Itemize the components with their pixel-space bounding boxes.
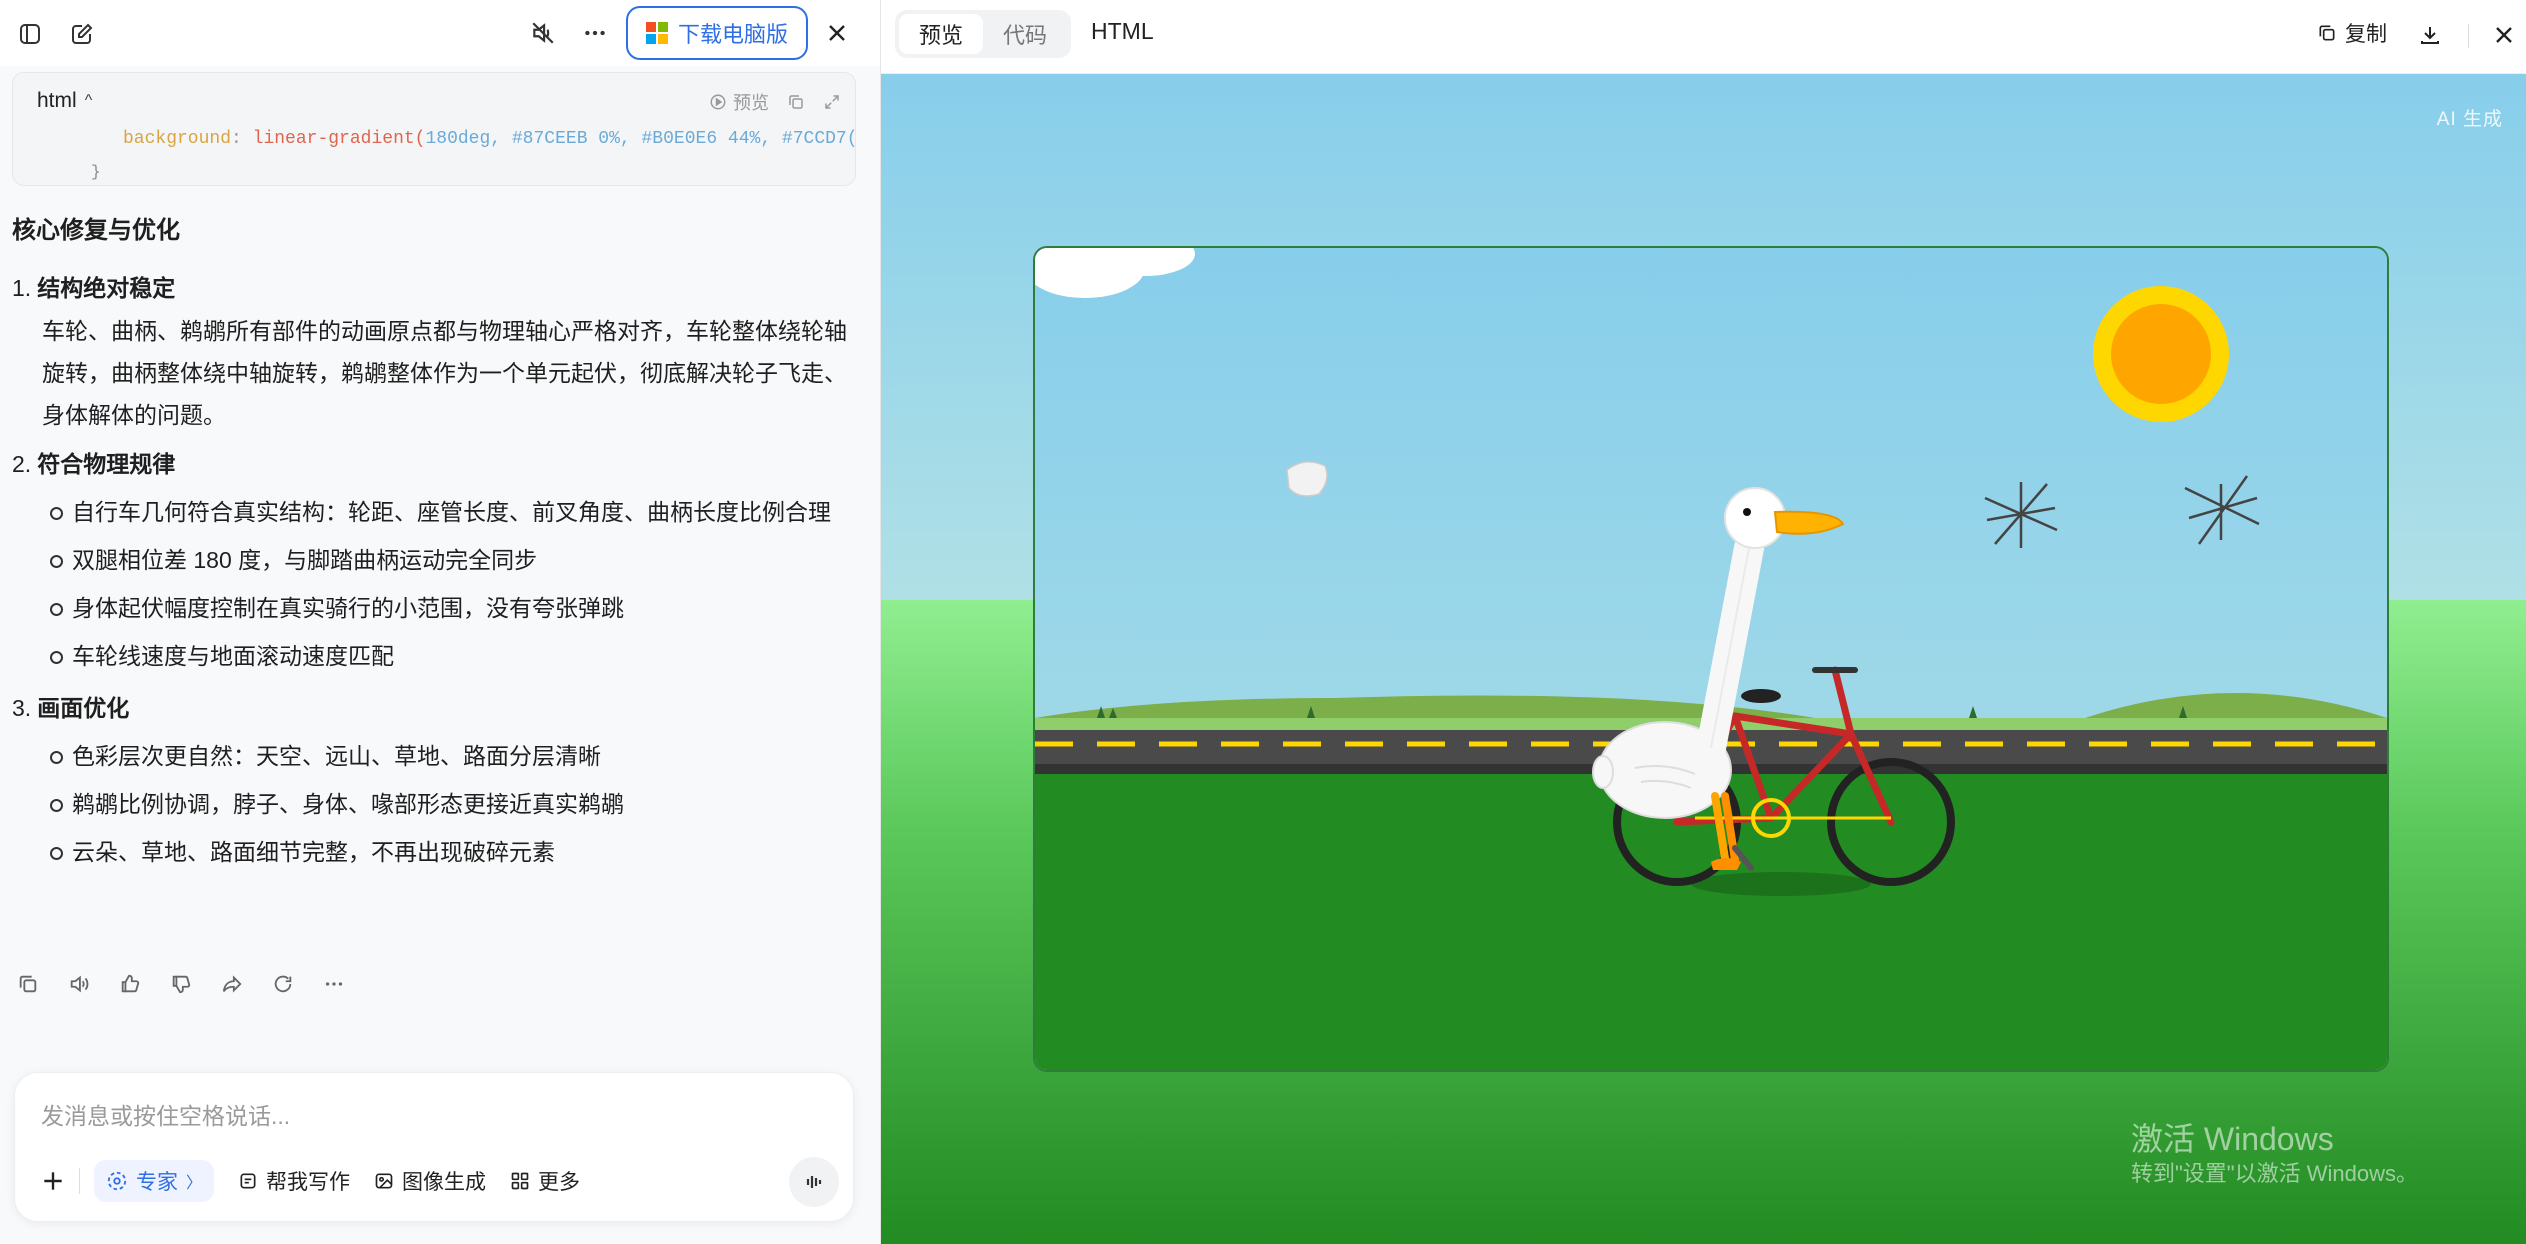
code-fn: linear-gradient( (252, 129, 426, 149)
section-number: 3. (12, 695, 32, 721)
image-icon (375, 1173, 393, 1189)
bullet-item: 身体起伏幅度控制在真实骑行的小范围，没有夸张弹跳 (50, 590, 852, 626)
download-icon[interactable] (2415, 20, 2445, 50)
bullet-list: 色彩层次更自然：天空、远山、草地、路面分层清晰 鹈鹕比例协调，脖子、身体、喙部形… (12, 738, 852, 870)
play-icon (710, 94, 726, 110)
new-chat-icon[interactable] (68, 20, 96, 48)
scene-frame (1033, 246, 2389, 1072)
section-number: 1. (12, 275, 32, 301)
windows-activation-subtitle: 转到"设置"以激活 Windows。 (2131, 1161, 2418, 1186)
write-label: 帮我写作 (266, 1171, 351, 1194)
paper-scrap (1286, 461, 1328, 497)
mute-video-icon[interactable] (528, 18, 558, 48)
list-item: 1. 结构绝对稳定 车轮、曲柄、鹈鹕所有部件的动画原点都与物理轴心严格对齐，车轮整… (12, 266, 852, 436)
divider (79, 1168, 80, 1194)
preview-stage: AI 生成 激活 Windows 转到"设置"以激活 Windows。 (881, 74, 2526, 1244)
code-preview-button[interactable]: 预览 (709, 89, 769, 115)
regenerate-icon[interactable] (271, 972, 295, 996)
copy-label: 复制 (2345, 23, 2387, 46)
expand-icon[interactable] (823, 93, 841, 111)
bullet-item: 自行车几何符合真实结构：轮距、座管长度、前叉角度、曲柄长度比例合理 (50, 494, 852, 530)
code-tools: 预览 (709, 89, 841, 115)
bullet-item: 色彩层次更自然：天空、远山、草地、路面分层清晰 (50, 738, 852, 774)
copy-button[interactable]: 复制 (2317, 18, 2387, 48)
thumbs-up-icon[interactable] (118, 972, 142, 996)
bullet-item: 云朵、草地、路面细节完整，不再出现破碎元素 (50, 834, 852, 870)
bullet-item: 鹈鹕比例协调，脖子、身体、喙部形态更接近真实鹈鹕 (50, 786, 852, 822)
bullet-item: 车轮线速度与地面滚动速度匹配 (50, 638, 852, 674)
code-prop: background (123, 129, 232, 149)
list-item: 2. 符合物理规律 自行车几何符合真实结构：轮距、座管长度、前叉角度、曲柄长度比例… (12, 442, 852, 674)
more-label: 更多 (538, 1171, 581, 1194)
shadow (1691, 872, 1871, 896)
chat-panel: 下载电脑版 html ^ 预览 background: linear-gradi… (0, 0, 880, 1244)
copy-icon[interactable] (16, 972, 40, 996)
voice-input-button[interactable] (789, 1157, 839, 1207)
message-composer[interactable]: 发消息或按住空格说话... 专家 〉 帮我写作 图像生成 更多 (14, 1072, 854, 1222)
download-desktop-button[interactable]: 下载电脑版 (626, 6, 808, 60)
windows-activation-title: 激活 Windows (2131, 1121, 2334, 1157)
ai-generated-badge: AI 生成 (2436, 109, 2503, 130)
composer-toolbar: 专家 〉 帮我写作 图像生成 更多 (37, 1159, 604, 1203)
more-tools-button[interactable]: 更多 (510, 1166, 580, 1196)
bullet-item: 双腿相位差 180 度，与脚踏曲柄运动完全同步 (50, 542, 852, 578)
view-switch: 预览 代码 (895, 10, 1071, 58)
assistant-message: 核心修复与优化 1. 结构绝对稳定 车轮、曲柄、鹈鹕所有部件的动画原点都与物理轴心… (12, 210, 852, 882)
windows-logo-icon (645, 22, 668, 44)
code-brace: } (91, 163, 101, 181)
waveform-icon (806, 1176, 822, 1188)
composer-input[interactable]: 发消息或按住空格说话... (41, 1097, 290, 1131)
expert-icon (107, 1171, 127, 1191)
close-preview-icon[interactable] (2489, 20, 2519, 50)
seat (1741, 689, 1781, 703)
thumbs-down-icon[interactable] (169, 972, 193, 996)
speaker-icon[interactable] (67, 972, 91, 996)
section-number: 2. (12, 451, 32, 477)
divider (2468, 24, 2469, 48)
grid-icon (511, 1172, 529, 1190)
pelican-bike-scene (1035, 248, 2387, 1070)
tab-code[interactable]: 代码 (983, 14, 1067, 54)
sidebar-toggle-icon[interactable] (16, 20, 44, 48)
write-icon (240, 1173, 256, 1189)
image-generate-button[interactable]: 图像生成 (374, 1166, 486, 1196)
preview-topbar: 预览 代码 HTML 复制 (881, 0, 2526, 74)
sun-icon (2093, 286, 2229, 422)
expert-mode-button[interactable]: 专家 〉 (94, 1160, 215, 1202)
code-line: background: linear-gradient(180deg, #87C… (123, 129, 856, 149)
code-lang-label: html (37, 89, 77, 112)
write-assist-button[interactable]: 帮我写作 (238, 1166, 350, 1196)
chevron-right-icon: 〉 (186, 1175, 203, 1192)
more-actions-icon[interactable] (322, 972, 346, 996)
more-icon[interactable] (580, 18, 610, 48)
attach-plus-icon[interactable] (37, 1165, 69, 1197)
section-title: 符合物理规律 (37, 451, 176, 477)
share-icon[interactable] (220, 972, 244, 996)
code-preview-label: 预览 (733, 93, 769, 113)
tab-preview[interactable]: 预览 (899, 14, 983, 54)
section-paragraph: 车轮、曲柄、鹈鹕所有部件的动画原点都与物理轴心严格对齐，车轮整体绕轮轴旋转，曲柄… (42, 318, 847, 428)
code-args: 180deg, #87CEEB 0%, #B0E0E6 44%, #7CCD7( (425, 129, 856, 149)
download-label: 下载电脑版 (677, 22, 788, 47)
close-icon[interactable] (822, 18, 852, 48)
message-heading: 核心修复与优化 (12, 217, 180, 244)
chat-topbar: 下载电脑版 (0, 0, 880, 66)
preview-panel: 预览 代码 HTML 复制 AI 生成 激活 Windows 转到"设置"以激活… (880, 0, 2526, 1244)
image-label: 图像生成 (402, 1171, 487, 1194)
code-block: html ^ 预览 background: linear-gradient(18… (12, 72, 856, 186)
collapse-chevron-icon[interactable]: ^ (85, 92, 93, 110)
copy-icon (2319, 25, 2335, 41)
file-type-label: HTML (1091, 18, 1154, 44)
bullet-list: 自行车几何符合真实结构：轮距、座管长度、前叉角度、曲柄长度比例合理 双腿相位差 … (12, 494, 852, 674)
expert-label: 专家 (136, 1171, 178, 1194)
section-title: 画面优化 (37, 695, 130, 721)
list-item: 3. 画面优化 色彩层次更自然：天空、远山、草地、路面分层清晰 鹈鹕比例协调，脖子… (12, 686, 852, 870)
copy-code-icon[interactable] (787, 93, 805, 111)
message-actions (16, 972, 346, 996)
section-title: 结构绝对稳定 (37, 275, 176, 301)
